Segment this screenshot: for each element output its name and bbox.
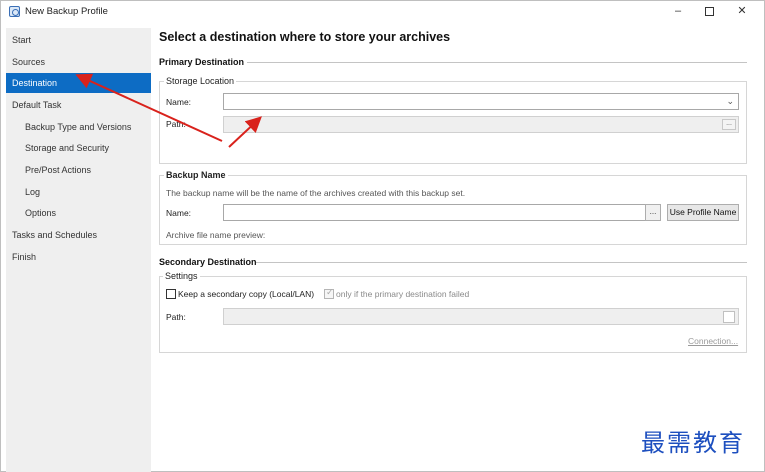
arrow-to-name-field-icon [228,116,262,148]
arrow-to-destination-icon [75,73,223,142]
annotation-arrows [75,73,262,148]
watermark-text: 最需教育 [641,429,745,457]
backup-profile-window: New Backup Profile – ✕ Start Sources Des… [0,0,765,472]
